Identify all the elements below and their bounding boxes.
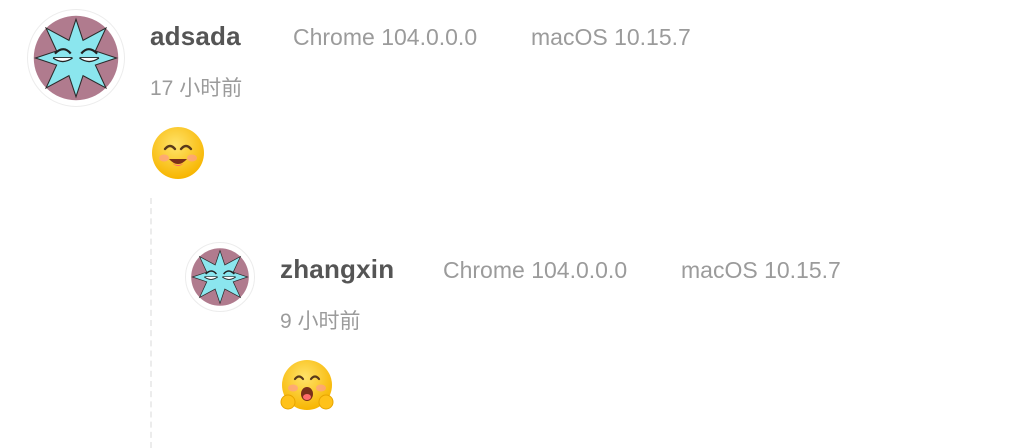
browser-info: Chrome 104.0.0.0	[443, 257, 628, 283]
comment-time: 9 小时前	[280, 310, 361, 333]
smile-emoji	[150, 125, 206, 186]
reply-thread-line	[150, 198, 152, 448]
os-info: macOS 10.15.7	[531, 24, 691, 50]
hug-emoji	[278, 358, 336, 421]
author-name[interactable]: zhangxin	[280, 254, 394, 285]
os-info: macOS 10.15.7	[681, 257, 841, 283]
avatar[interactable]	[27, 9, 125, 107]
star-face-avatar-icon	[191, 248, 249, 306]
browser-info: Chrome 104.0.0.0	[293, 24, 478, 50]
comment-time: 17 小时前	[150, 77, 243, 100]
star-face-avatar-icon	[33, 15, 119, 101]
avatar[interactable]	[185, 242, 255, 312]
author-name[interactable]: adsada	[150, 21, 241, 52]
